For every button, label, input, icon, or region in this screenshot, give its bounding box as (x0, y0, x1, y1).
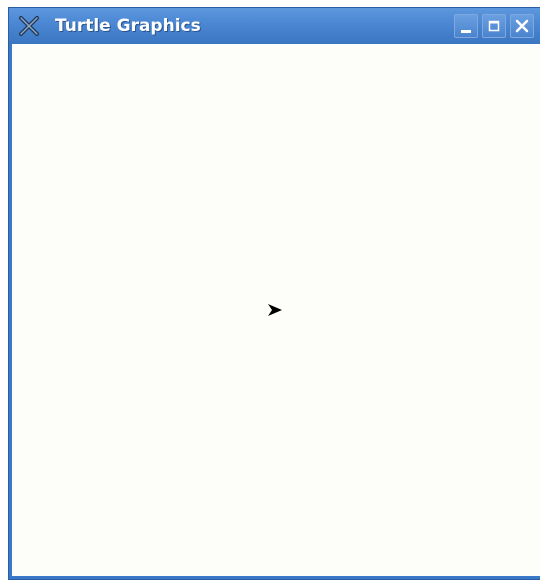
x-close-icon[interactable] (18, 15, 40, 37)
turtle-canvas[interactable] (12, 44, 540, 576)
maximize-icon (488, 20, 500, 32)
close-button[interactable] (510, 14, 534, 38)
minimize-icon (461, 30, 471, 33)
maximize-button[interactable] (482, 14, 506, 38)
window-title: Turtle Graphics (55, 16, 201, 36)
turtle-arrow-icon (267, 302, 283, 316)
minimize-button[interactable] (454, 14, 478, 38)
title-bar[interactable]: Turtle Graphics (9, 8, 540, 44)
close-icon (515, 19, 529, 33)
turtle-graphics-window: Turtle Graphics (8, 7, 540, 580)
